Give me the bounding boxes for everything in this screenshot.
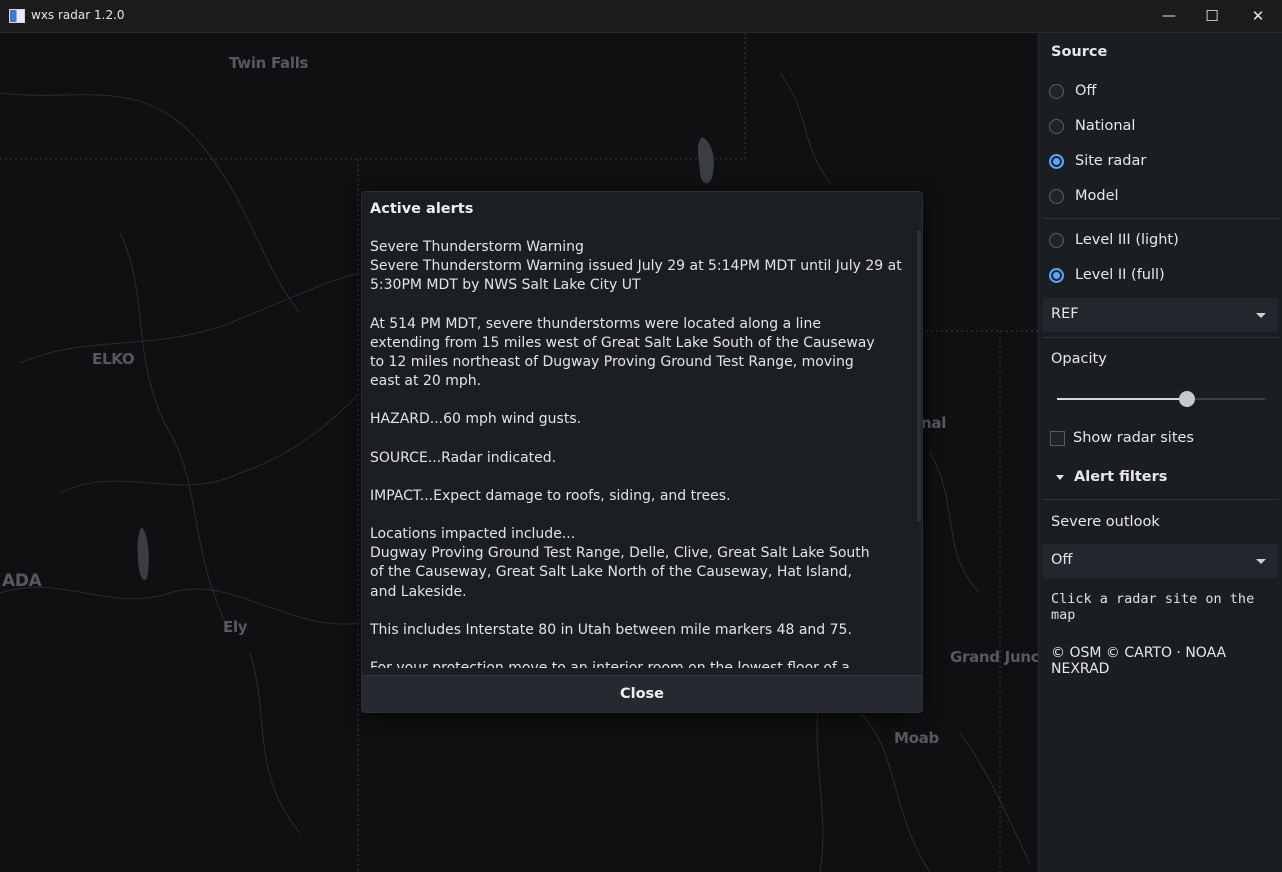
window-title: wxs radar 1.2.0 [31, 8, 125, 22]
checkbox-box [1050, 431, 1065, 446]
dialog-title: Active alerts [370, 201, 474, 217]
map-label-ely: Ely [223, 618, 248, 636]
opacity-label: Opacity [1051, 351, 1107, 367]
checkbox-label: Show radar sites [1073, 430, 1194, 446]
maximize-icon: ☐ [1205, 7, 1219, 25]
alert-paragraph: Locations impacted include... Dugway Pro… [370, 526, 870, 600]
close-icon: ✕ [1251, 7, 1265, 25]
radio-label: Level II (full) [1075, 267, 1165, 283]
hint-text: Click a radar site on the map [1051, 591, 1255, 623]
severe-outlook-label: Severe outlook [1051, 514, 1160, 530]
source-heading: Source [1051, 44, 1108, 60]
minimize-button[interactable]: — [1146, 0, 1192, 32]
divider [1043, 337, 1279, 338]
map-label-elko: ELKO [92, 350, 135, 368]
alert-paragraph: This includes Interstate 80 in Utah betw… [370, 621, 852, 638]
caret-down-icon [1056, 475, 1064, 480]
alert-paragraph: IMPACT...Expect damage to roofs, siding,… [370, 487, 731, 504]
radio-indicator [1049, 189, 1064, 204]
radio-indicator [1049, 84, 1064, 99]
chevron-down-icon [1256, 559, 1266, 564]
divider [1043, 499, 1279, 500]
severe-outlook-select[interactable]: Off [1043, 544, 1278, 578]
product-select-value: REF [1051, 306, 1079, 322]
alert-paragraph: At 514 PM MDT, severe thunderstorms were… [370, 315, 875, 390]
alert-paragraph: For your protection move to an interior … [370, 659, 906, 668]
radio-indicator [1049, 268, 1064, 283]
close-button[interactable]: Close [362, 675, 922, 712]
minimize-icon: — [1162, 8, 1176, 24]
attribution: © OSM © CARTO · NOAA NEXRAD [1051, 645, 1227, 677]
alert-filters-label: Alert filters [1074, 469, 1168, 485]
radio-label: National [1075, 118, 1136, 134]
close-window-button[interactable]: ✕ [1235, 0, 1281, 32]
maximize-button[interactable]: ☐ [1189, 0, 1235, 32]
product-select[interactable]: REF [1043, 298, 1278, 332]
title-bar: wxs radar 1.2.0 — ☐ ✕ [0, 0, 1282, 33]
map-label-partial: nal [921, 414, 947, 432]
app-icon [9, 9, 25, 23]
slider-fill [1057, 398, 1187, 400]
radio-indicator [1049, 119, 1064, 134]
alert-paragraph: SOURCE...Radar indicated. [370, 449, 557, 466]
alert-paragraph: Severe Thunderstorm Warning Severe Thund… [370, 239, 902, 294]
radio-indicator [1049, 154, 1064, 169]
severe-outlook-value: Off [1051, 552, 1073, 568]
slider-handle[interactable] [1179, 391, 1195, 407]
radio-label: Level III (light) [1075, 232, 1179, 248]
radio-label: Site radar [1075, 153, 1147, 169]
radio-indicator [1049, 233, 1064, 248]
radio-label: Off [1075, 83, 1097, 99]
alert-paragraph: HAZARD...60 mph wind gusts. [370, 411, 582, 428]
divider [1043, 218, 1279, 219]
map-label-grand-junction: Grand Junct [950, 648, 1038, 666]
map-label-ada: ADA [2, 571, 42, 591]
opacity-slider[interactable] [1057, 389, 1265, 409]
active-alerts-dialog: Active alerts Severe Thunderstorm Warnin… [361, 191, 923, 713]
map-label-twin-falls: Twin Falls [229, 54, 309, 72]
alerts-text[interactable]: Severe Thunderstorm Warning Severe Thund… [370, 238, 906, 668]
radio-label: Model [1075, 188, 1119, 204]
chevron-down-icon [1256, 313, 1266, 318]
map-label-moab: Moab [894, 729, 939, 747]
settings-panel: Source Off National Site radar Model Lev… [1038, 33, 1282, 872]
alerts-scrollbar[interactable] [917, 230, 921, 522]
